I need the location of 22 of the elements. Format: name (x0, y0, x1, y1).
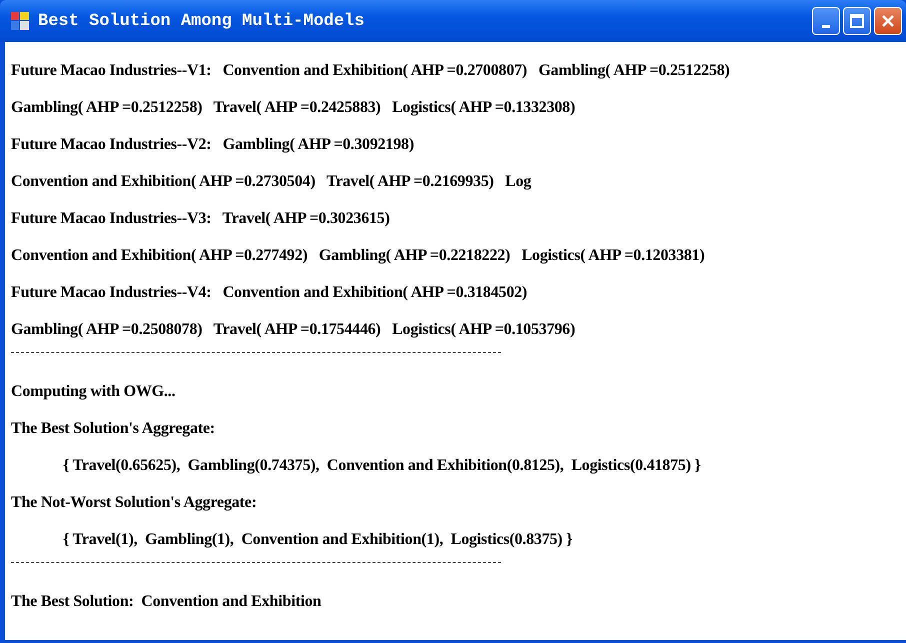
minimize-icon (822, 24, 830, 28)
window-title: Best Solution Among Multi-Models (38, 12, 366, 30)
output-line: Future Macao Industries--V1: Convention and Exhibition( AHP =0.2700807) Gambling( AHP =0.2512258) (11, 60, 731, 80)
output-line: Convention and Exhibition( AHP =0.277492) Gambling( AHP =0.2218222) Logistics( AHP =0.1203381) (11, 246, 706, 266)
output-line: Computing with OWG... (11, 382, 176, 402)
output-line: { Travel(0.65625), Gambling(0.74375), Convention and Exhibition(0.8125), Logistics(0.41875) } (62, 456, 702, 476)
maximize-icon (850, 14, 864, 28)
minimize-button[interactable] (812, 7, 840, 35)
output-line: The Not-Worst Solution's Aggregate: (11, 492, 258, 512)
maximize-button[interactable] (843, 7, 871, 35)
output-line: Future Macao Industries--V4: Convention and Exhibition( AHP =0.3184502) (11, 282, 528, 302)
close-button[interactable] (874, 7, 902, 35)
output-line: Gambling( AHP =0.2512258) Travel( AHP =0.2425883) Logistics( AHP =0.1332308) (11, 98, 576, 118)
close-icon (881, 14, 895, 28)
output-line: Future Macao Industries--V2: Gambling( AHP =0.3092198) (11, 134, 415, 154)
app-icon (10, 11, 30, 31)
output-line: { Travel(1), Gambling(1), Convention and Exhibition(1), Logistics(0.8375) } (62, 530, 574, 550)
output-line: The Best Solution's Aggregate: (11, 418, 216, 438)
output-line: Future Macao Industries--V3: Travel( AHP =0.3023615) (11, 208, 391, 228)
output-line: Convention and Exhibition( AHP =0.2730504) Travel( AHP =0.2169935) Log (11, 172, 532, 192)
output-line: The Best Solution: Convention and Exhibition (11, 592, 322, 612)
output-line: Gambling( AHP =0.2508078) Travel( AHP =0.1754446) Logistics( AHP =0.1053796) (11, 320, 576, 340)
